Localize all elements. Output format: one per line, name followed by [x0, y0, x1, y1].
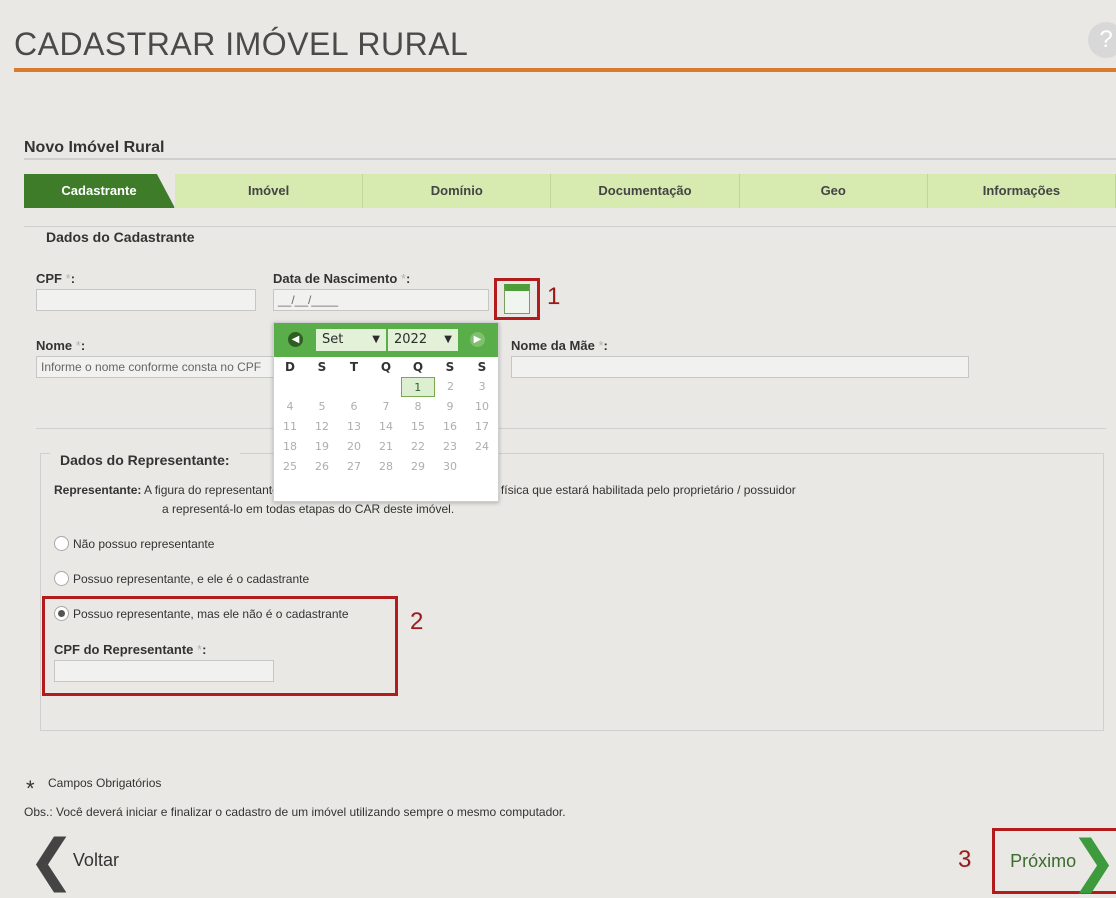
calendar-day[interactable]: 3: [466, 377, 498, 397]
calendar-day[interactable]: 25: [274, 457, 306, 477]
required-star: *: [26, 776, 35, 801]
fieldset-divider: [36, 428, 1106, 429]
calendar-week-row: 18 19 20 21 22 23 24: [274, 437, 498, 457]
calendar-day[interactable]: 2: [435, 377, 467, 397]
tab-documentacao[interactable]: Documentação: [551, 174, 740, 208]
calendar-day[interactable]: 1: [400, 377, 435, 397]
required-fields-note: Campos Obrigatórios: [48, 776, 162, 790]
weekday-row: D S T Q Q S S: [285, 360, 487, 374]
calendar-day[interactable]: 10: [466, 397, 498, 417]
section-divider: [24, 158, 1116, 160]
calendar-day[interactable]: 18: [274, 437, 306, 457]
calendar-days-grid: 1 2 3 4 5 6 7 8 9 10 11 12 13 14 15 16 17 18 19 20 21 22 23 24 2…: [274, 377, 498, 477]
calendar-week-row: 25 26 27 28 29 30: [274, 457, 498, 477]
calendar-day[interactable]: 7: [370, 397, 402, 417]
datepicker-header: ◀ Set ▼ 2022 ▼ ▶: [274, 323, 498, 357]
calendar-day[interactable]: 9: [434, 397, 466, 417]
calendar-button[interactable]: [494, 278, 540, 320]
calendar-day[interactable]: 26: [306, 457, 338, 477]
calendar-day[interactable]: 16: [434, 417, 466, 437]
calendar-day-empty: [466, 457, 498, 477]
page-title: CADASTRAR IMÓVEL RURAL: [14, 26, 469, 62]
calendar-icon: [504, 284, 530, 314]
calendar-day[interactable]: 28: [370, 457, 402, 477]
calendar-day[interactable]: 13: [338, 417, 370, 437]
chevron-right-icon: ❯: [1070, 829, 1116, 892]
year-select[interactable]: 2022 ▼: [388, 329, 458, 351]
datepicker-popup: ◀ Set ▼ 2022 ▼ ▶ D S T Q Q S S 1 2 3 4 5 6 7 8 9 10…: [273, 322, 499, 502]
calendar-day-empty: [337, 377, 369, 397]
calendar-day[interactable]: 12: [306, 417, 338, 437]
calendar-day[interactable]: 21: [370, 437, 402, 457]
tab-dominio[interactable]: Domínio: [363, 174, 552, 208]
next-month-icon[interactable]: ▶: [470, 332, 485, 347]
calendar-day[interactable]: 20: [338, 437, 370, 457]
calendar-day[interactable]: 29: [402, 457, 434, 477]
calendar-day-empty: [274, 377, 306, 397]
calendar-week-row: 123: [274, 377, 498, 397]
annotation-1: 1: [547, 283, 561, 310]
next-button[interactable]: Próximo ❯: [992, 828, 1116, 894]
cadastrante-fieldset-title: Dados do Cadastrante: [36, 229, 205, 245]
tab-imovel[interactable]: Imóvel: [175, 174, 364, 208]
calendar-day[interactable]: 4: [274, 397, 306, 417]
wizard-tabs: Cadastrante Imóvel Domínio Documentação …: [24, 174, 1116, 208]
month-select[interactable]: Set ▼: [316, 329, 386, 351]
annotation-2: 2: [410, 608, 424, 635]
nome-mae-input[interactable]: [511, 356, 969, 378]
birth-date-input[interactable]: __/__/____: [273, 289, 489, 311]
calendar-day[interactable]: 17: [466, 417, 498, 437]
calendar-day[interactable]: 6: [338, 397, 370, 417]
cpf-input[interactable]: [36, 289, 256, 311]
calendar-day[interactable]: 30: [434, 457, 466, 477]
calendar-day[interactable]: 11: [274, 417, 306, 437]
tab-cadastrante[interactable]: Cadastrante: [24, 174, 175, 208]
prev-month-icon[interactable]: ◀: [288, 332, 303, 347]
calendar-day[interactable]: 5: [306, 397, 338, 417]
radio-option-nao-possuo[interactable]: Não possuo representante: [54, 536, 214, 551]
calendar-day[interactable]: 23: [434, 437, 466, 457]
calendar-day[interactable]: 15: [402, 417, 434, 437]
help-icon[interactable]: ?: [1088, 22, 1116, 58]
annotation-3: 3: [958, 846, 972, 873]
calendar-day[interactable]: 14: [370, 417, 402, 437]
obs-note: Obs.: Você deverá iniciar e finalizar o …: [24, 805, 566, 819]
tab-geo[interactable]: Geo: [739, 174, 928, 208]
calendar-day[interactable]: 8: [402, 397, 434, 417]
tab-informacoes[interactable]: Informações: [927, 174, 1116, 208]
representante-desc-line2: a representá-lo em todas etapas do CAR d…: [162, 502, 455, 516]
representante-fieldset-title: Dados do Representante:: [50, 452, 240, 468]
highlight-box-2: [42, 596, 398, 696]
birth-date-label: Data de Nascimento *:: [273, 271, 411, 286]
radio-option-possuo-cadastrante[interactable]: Possuo representante, e ele é o cadastra…: [54, 571, 309, 586]
chevron-left-icon: ❮: [28, 828, 75, 891]
radio-button[interactable]: [54, 536, 69, 551]
section-title: Novo Imóvel Rural: [24, 139, 165, 156]
calendar-week-row: 4 5 6 7 8 9 10: [274, 397, 498, 417]
nome-label: Nome *:: [36, 338, 86, 353]
calendar-day[interactable]: 22: [402, 437, 434, 457]
cpf-label: CPF *:: [36, 271, 76, 286]
nome-input[interactable]: Informe o nome conforme consta no CPF: [36, 356, 276, 378]
radio-button[interactable]: [54, 571, 69, 586]
header-divider: [14, 68, 1116, 72]
nome-mae-label: Nome da Mãe *:: [511, 338, 608, 353]
calendar-day[interactable]: 24: [466, 437, 498, 457]
calendar-day[interactable]: 19: [306, 437, 338, 457]
back-button[interactable]: ❮ Voltar: [28, 832, 138, 888]
representante-desc-label: Representante:: [54, 483, 142, 497]
calendar-week-row: 11 12 13 14 15 16 17: [274, 417, 498, 437]
calendar-day-empty: [369, 377, 401, 397]
calendar-day-empty: [306, 377, 338, 397]
calendar-day[interactable]: 27: [338, 457, 370, 477]
